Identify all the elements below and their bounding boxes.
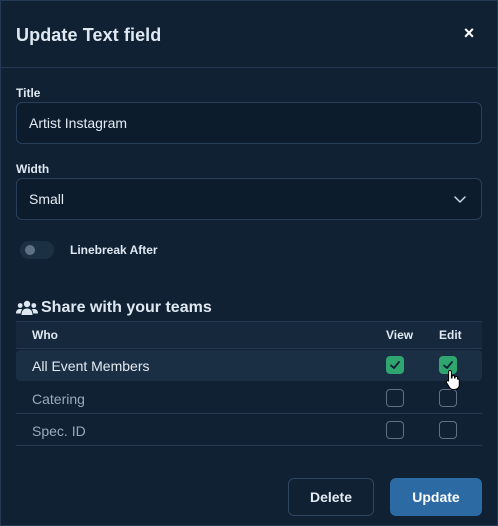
toggle-knob [25,245,35,255]
table-row: Catering [16,383,482,414]
edit-checkbox[interactable] [439,356,457,374]
dialog-title: Update Text field [16,25,162,45]
view-checkbox[interactable] [386,356,404,374]
column-header-edit: Edit [439,328,462,342]
delete-button[interactable]: Delete [288,478,374,516]
team-name: Catering [32,391,85,407]
close-icon: × [463,23,475,43]
width-select-value: Small [29,191,65,207]
linebreak-toggle[interactable] [20,241,54,259]
title-label: Title [16,86,41,100]
chevron-down-icon [454,196,466,203]
view-checkbox[interactable] [386,421,404,439]
view-checkbox[interactable] [386,389,404,407]
update-button[interactable]: Update [390,478,482,516]
column-header-view: View [386,328,414,342]
update-field-dialog: Update Text field × Title Artist Instagr… [0,0,498,526]
team-name: All Event Members [32,358,150,374]
width-select[interactable]: Small [16,178,482,220]
checkmark-icon [390,361,400,369]
edit-checkbox[interactable] [439,421,457,439]
edit-checkbox[interactable] [439,389,457,407]
title-input[interactable]: Artist Instagram [16,102,482,144]
users-icon [16,300,38,315]
team-name: Spec. ID [32,423,86,439]
dialog-header: Update Text field × [1,1,497,68]
column-header-who: Who [32,328,58,342]
table-row: Spec. ID [16,415,482,446]
share-heading: Share with your teams [16,298,212,318]
share-heading-text: Share with your teams [41,299,212,316]
linebreak-label: Linebreak After [70,243,158,257]
checkmark-icon [443,361,453,369]
table-header-row: Who View Edit [16,321,482,349]
width-label: Width [16,162,50,176]
close-button[interactable]: × [459,23,479,43]
table-row: All Event Members [16,350,482,381]
title-input-value: Artist Instagram [29,115,128,131]
